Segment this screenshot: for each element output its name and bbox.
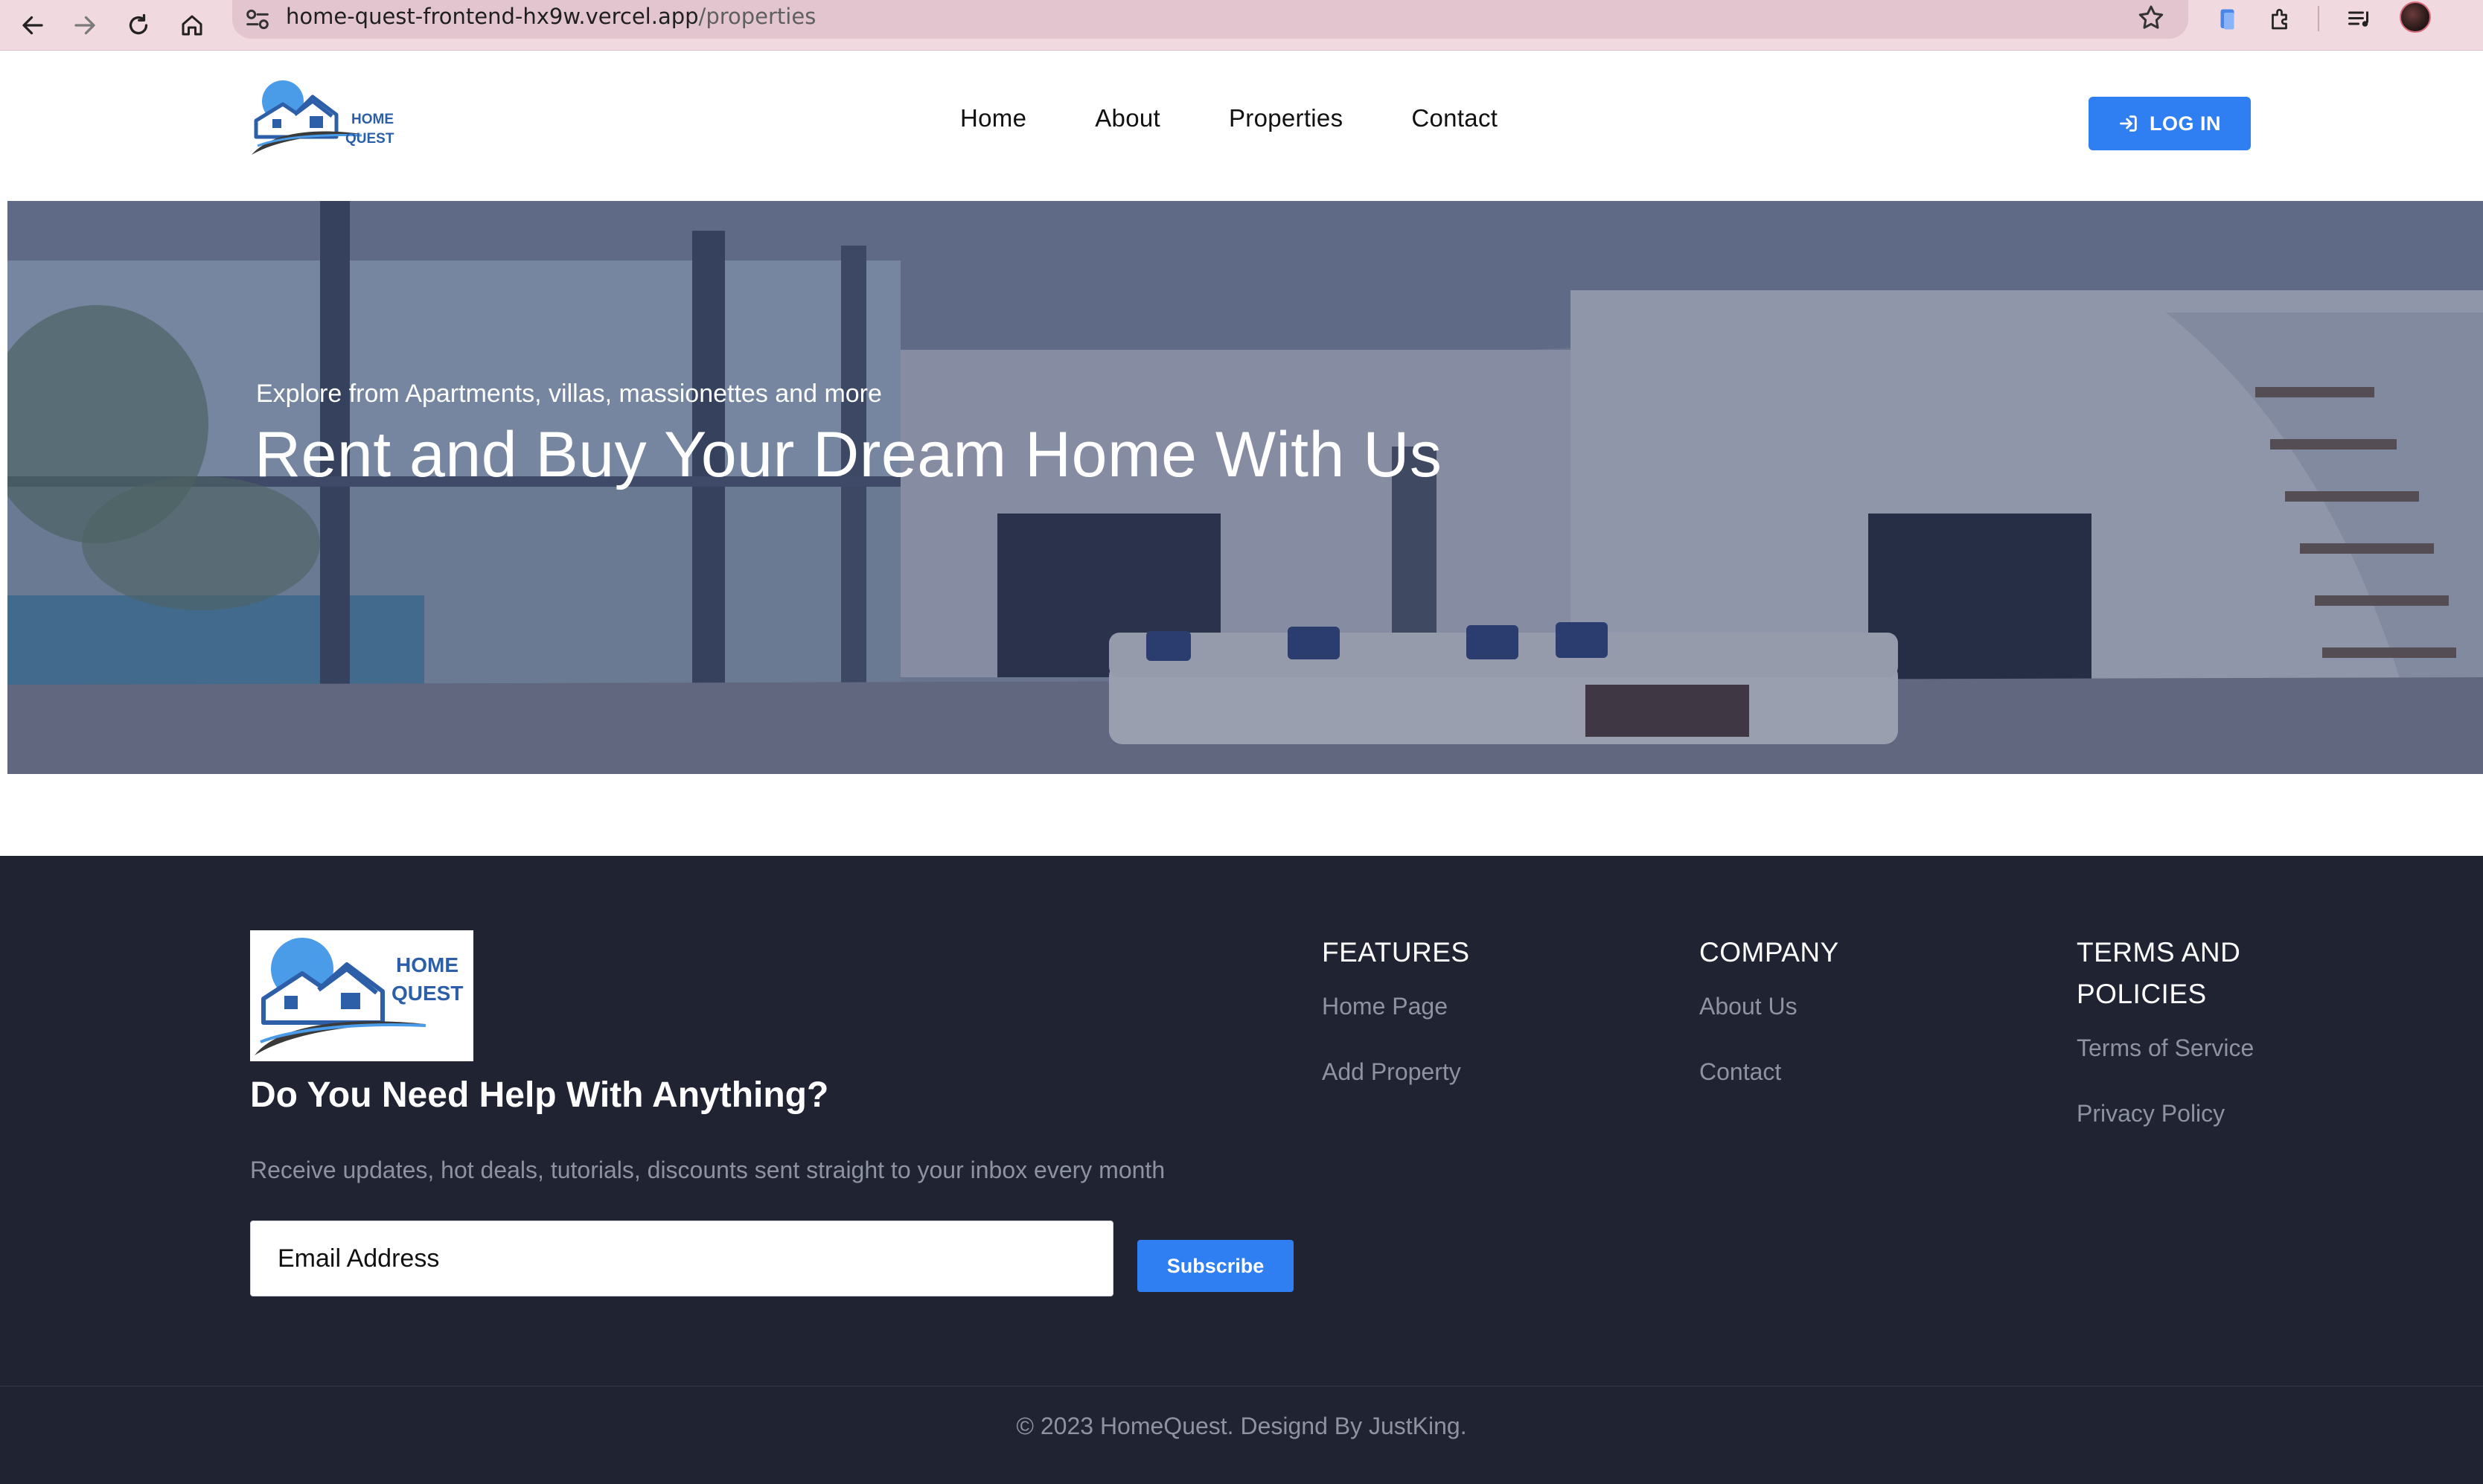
browser-toolbar: home-quest-frontend-hx9w.vercel.app/prop… [0,0,2483,51]
footer-divider [0,1386,2483,1387]
login-label: LOG IN [2150,112,2221,135]
bookmark-star-icon[interactable] [2136,3,2166,33]
nav-properties[interactable]: Properties [1229,104,1343,132]
footer-logo-text-quest: QUEST [392,982,463,1005]
forward-icon[interactable] [63,3,107,48]
extensions-puzzle-icon[interactable] [2263,1,2298,37]
toolbar-divider [2318,6,2319,31]
url-host: home-quest-frontend-hx9w.vercel.app [286,4,699,29]
media-queue-icon[interactable] [2342,1,2377,37]
profile-avatar[interactable] [2400,1,2431,33]
logo-text-home: HOME [351,112,394,127]
logo-text-quest: QUEST [345,131,394,147]
help-description: Receive updates, hot deals, tutorials, d… [250,1157,1166,1183]
footer-column-company: COMPANY About Us Contact [1699,932,1839,1119]
login-icon [2120,115,2137,132]
email-input[interactable] [250,1221,1113,1296]
url-path: /properties [698,4,817,29]
extension-doc-icon[interactable] [2211,1,2246,37]
hero-kicker: Explore from Apartments, villas, massion… [256,380,882,408]
site-header: HOME QUEST Home About Properties Contact… [0,51,2483,194]
main-nav: Home About Properties Contact [960,104,1498,132]
footer-logo-text-home: HOME [396,953,458,976]
site-footer: HOME QUEST Do You Need Help With Anythin… [0,856,2483,1484]
nav-about[interactable]: About [1095,104,1160,132]
footer-link-privacy-policy[interactable]: Privacy Policy [2077,1096,2263,1131]
reload-icon[interactable] [116,3,161,48]
hero-banner: Explore from Apartments, villas, massion… [7,201,2483,774]
footer-column-terms: TERMS AND POLICIES Terms of Service Priv… [2077,932,2263,1161]
footer-column-features: FEATURES Home Page Add Property [1322,932,1470,1119]
footer-logo[interactable]: HOME QUEST [250,930,473,1061]
footer-link-contact[interactable]: Contact [1699,1054,1839,1090]
url-text: home-quest-frontend-hx9w.vercel.app/prop… [286,1,816,31]
footer-link-add-property[interactable]: Add Property [1322,1054,1470,1090]
home-quest-logo[interactable]: HOME QUEST [250,74,403,159]
help-title: Do You Need Help With Anything? [250,1075,829,1115]
footer-link-home-page[interactable]: Home Page [1322,988,1470,1024]
back-icon[interactable] [10,3,55,48]
footer-terms-title: TERMS AND POLICIES [2077,937,2241,1009]
footer-company-title: COMPANY [1699,937,1839,968]
login-button[interactable]: LOG IN [2089,97,2251,150]
home-icon[interactable] [170,3,214,48]
nav-home[interactable]: Home [960,104,1026,132]
footer-link-terms-of-service[interactable]: Terms of Service [2077,1030,2263,1066]
subscribe-button[interactable]: Subscribe [1137,1240,1294,1292]
site-info-icon[interactable] [243,4,272,34]
address-bar[interactable]: home-quest-frontend-hx9w.vercel.app/prop… [232,0,2188,39]
nav-contact[interactable]: Contact [1411,104,1498,132]
footer-link-about-us[interactable]: About Us [1699,988,1839,1024]
copyright-text: © 2023 HomeQuest. Designd By JustKing. [1016,1413,1467,1439]
hero-headline: Rent and Buy Your Dream Home With Us [255,419,1442,490]
footer-features-title: FEATURES [1322,937,1470,968]
